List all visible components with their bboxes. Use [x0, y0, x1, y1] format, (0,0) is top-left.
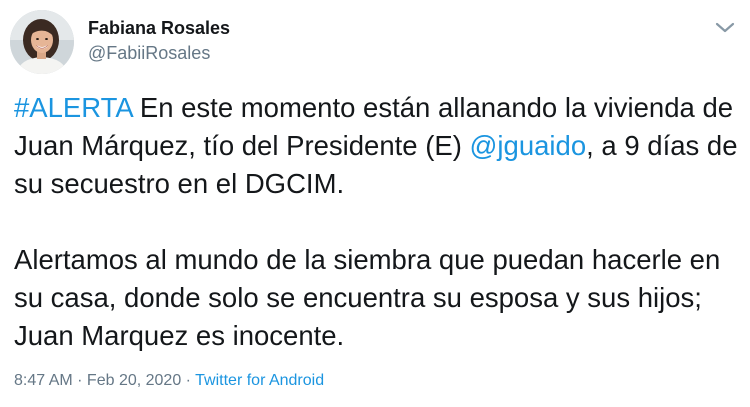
tweet-metadata: 8:47 AM · Feb 20, 2020 · Twitter for And… [14, 372, 324, 390]
mention-link[interactable]: @jguaido [470, 130, 587, 161]
tweet-paragraph-1: #ALERTA En este momento están allanando … [14, 89, 739, 203]
author-handle[interactable]: @FabiiRosales [88, 43, 210, 64]
tweet-paragraph-2: Alertamos al mundo de la siembra que pue… [14, 244, 721, 351]
tweet-date[interactable]: Feb 20, 2020 [87, 372, 181, 389]
tweet-text: #ALERTA En este momento están allanando … [14, 89, 739, 355]
avatar[interactable] [10, 10, 74, 74]
hashtag-link[interactable]: #ALERTA [14, 92, 132, 123]
meta-separator: · [181, 372, 196, 389]
tweet-time[interactable]: 8:47 AM [14, 372, 73, 389]
tweet-menu-button[interactable] [712, 16, 738, 38]
chevron-down-icon [715, 22, 735, 33]
tweet-card: Fabiana Rosales @FabiiRosales #ALERTA En… [0, 0, 750, 407]
profile-photo-icon [10, 10, 74, 74]
meta-separator: · [72, 372, 87, 389]
author-name[interactable]: Fabiana Rosales [88, 18, 230, 39]
tweet-source-link[interactable]: Twitter for Android [195, 372, 324, 389]
